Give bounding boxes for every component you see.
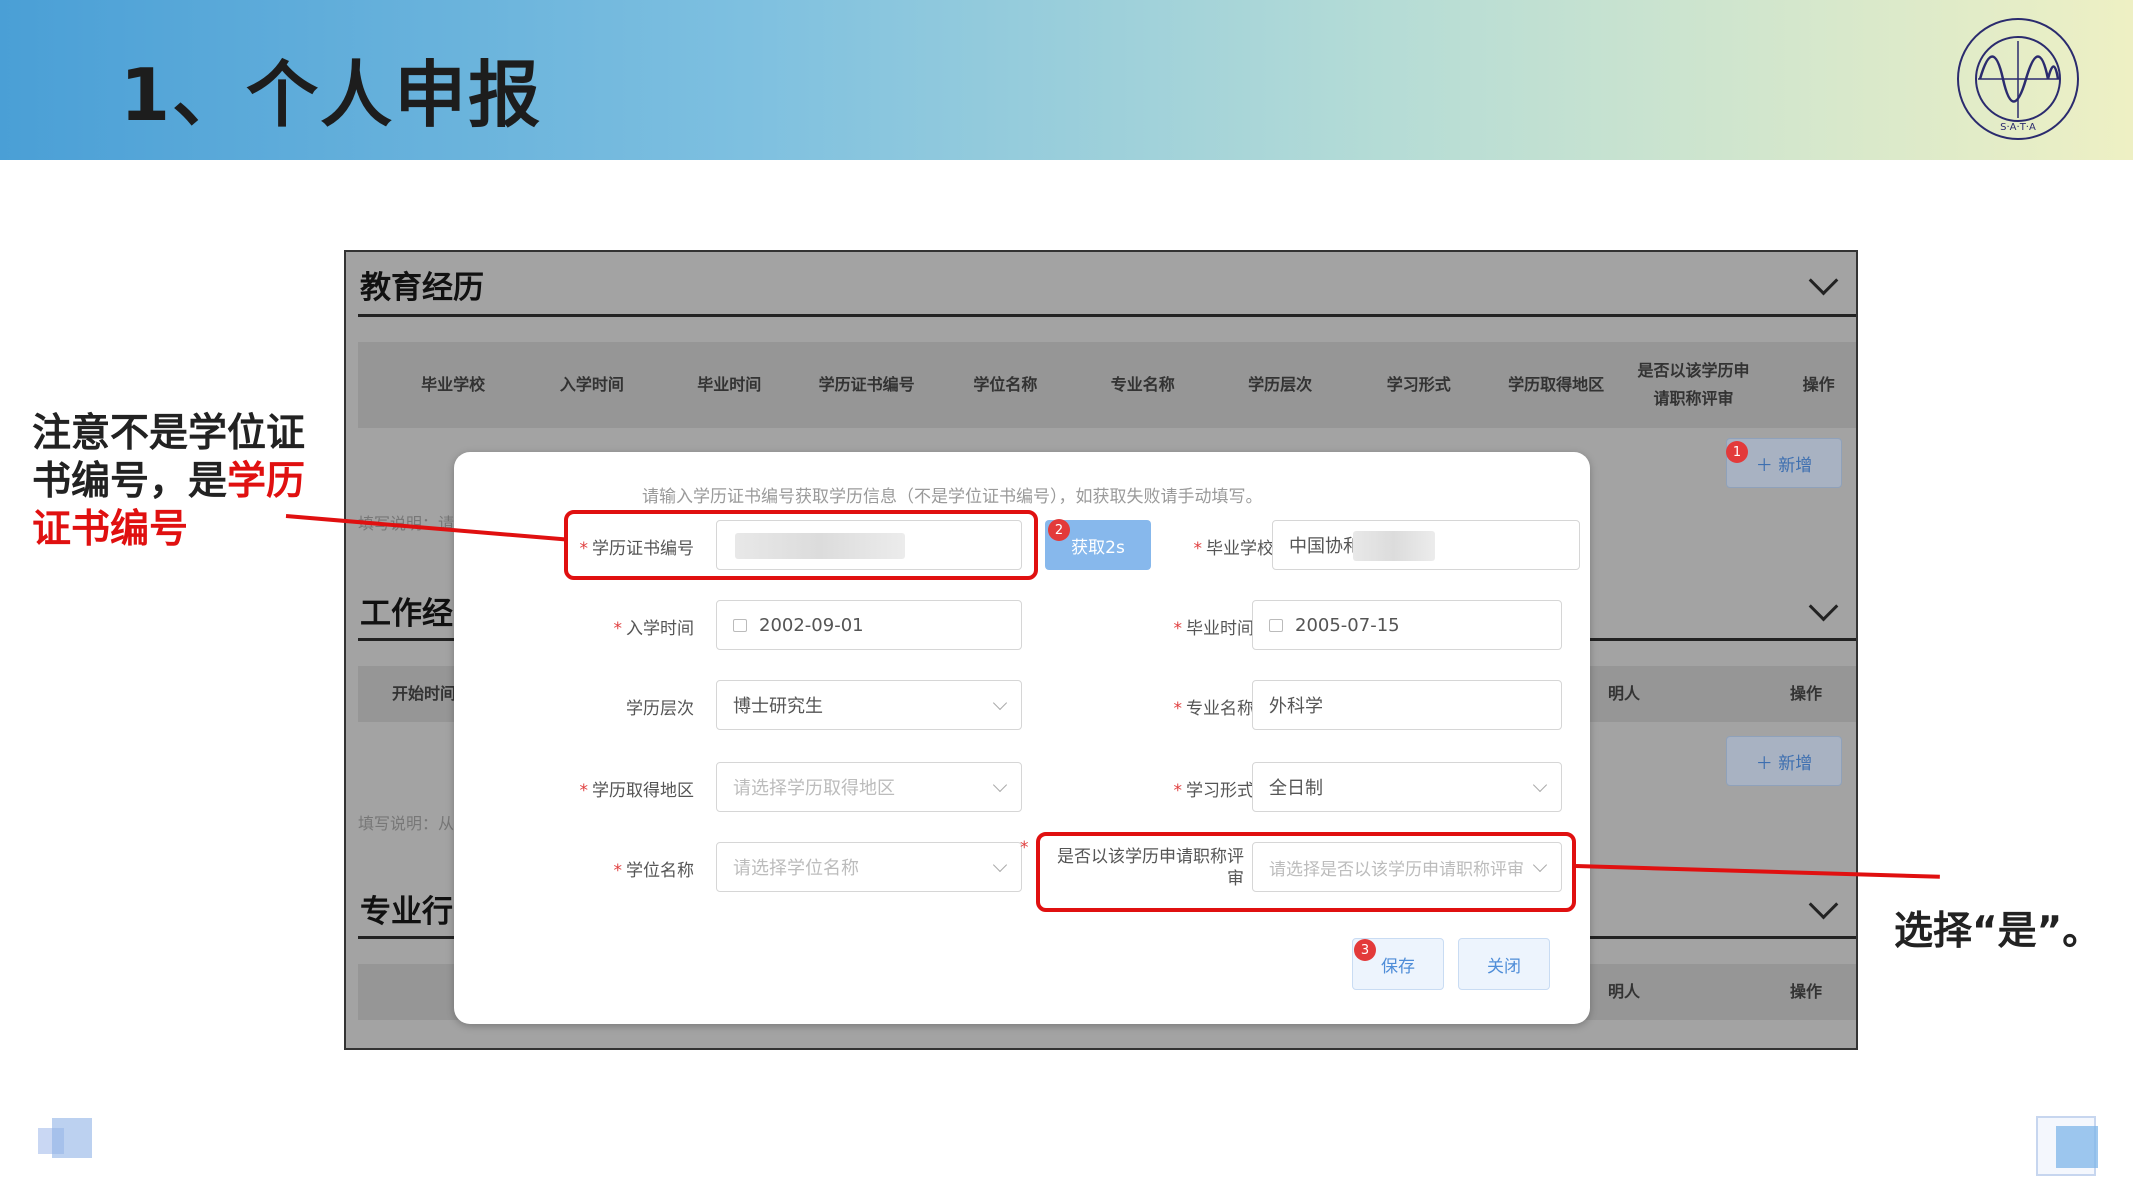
slide-title: 1、个人申报 — [120, 53, 543, 137]
column-header: 学历层次 — [1248, 375, 1313, 394]
redacted-value — [1353, 531, 1435, 561]
start-date-input[interactable]: 2002-09-01 — [716, 600, 1022, 650]
step-badge-1: 1 — [1726, 441, 1748, 463]
chevron-down-icon — [992, 857, 1008, 873]
highlight-apply-review — [1036, 832, 1576, 912]
study-form-label: * 学习形式 — [1173, 781, 1255, 801]
school-input[interactable]: 中国协和 — [1272, 520, 1580, 570]
column-header: 学位名称 — [973, 375, 1038, 394]
column-header: 毕业学校 — [421, 375, 486, 394]
section-divider — [358, 314, 1856, 317]
section-title-education: 教育经历 — [360, 270, 484, 306]
start-date-label: * 入学时间 — [613, 619, 695, 639]
dialog-hint: 请输入学历证书编号获取学历信息（不是学位证书编号），如获取失败请手动填写。 — [642, 487, 1263, 507]
collapse-chevron-icon[interactable] — [1808, 591, 1839, 622]
required-star: * — [1020, 838, 1029, 858]
column-header: 专业名称 — [1110, 375, 1175, 394]
column-header: 学历取得地区 — [1508, 375, 1605, 394]
sata-logo: S·A·T·A — [1948, 14, 2088, 144]
study-form-select[interactable]: 全日制 — [1252, 762, 1562, 812]
column-header: 入学时间 — [559, 375, 624, 394]
section-title-professional: 专业行 — [360, 894, 453, 930]
section-title-work: 工作经 — [360, 596, 453, 632]
major-label: * 专业名称 — [1173, 699, 1255, 719]
step-badge-2: 2 — [1048, 519, 1070, 541]
chevron-down-icon — [992, 695, 1008, 711]
column-header: 明人 — [1607, 982, 1640, 1001]
fill-instructions: 填写说明：从 — [358, 814, 455, 833]
level-label: 学历层次 — [626, 699, 694, 719]
region-select[interactable]: 请选择学历取得地区 — [716, 762, 1022, 812]
calendar-icon — [733, 618, 747, 632]
column-header: 明人 — [1607, 684, 1640, 703]
decorative-square — [52, 1118, 92, 1158]
calendar-icon — [1269, 618, 1283, 632]
column-header: 学习形式 — [1386, 375, 1451, 394]
close-button[interactable]: 关闭 — [1458, 938, 1550, 990]
annotation-note-cert: 注意不是学位证书编号，是学历证书编号 — [32, 411, 306, 552]
school-label: * 毕业学校 — [1193, 539, 1275, 559]
degree-select[interactable]: 请选择学位名称 — [716, 842, 1022, 892]
collapse-chevron-icon[interactable] — [1808, 889, 1839, 920]
column-header: 操作 — [1789, 684, 1822, 703]
degree-label: * 学位名称 — [613, 861, 695, 881]
column-header: 操作 — [1802, 375, 1835, 394]
level-select[interactable]: 博士研究生 — [716, 680, 1022, 730]
annotation-note-select-yes: 选择“是”。 — [1894, 909, 2102, 954]
decorative-square — [2056, 1126, 2098, 1168]
add-work-button[interactable]: ＋ 新增 — [1726, 736, 1842, 786]
education-table-header: 毕业学校 入学时间 毕业时间 学历证书编号 学位名称 专业名称 学历层次 学习形式 学历取得地区… — [358, 342, 1856, 428]
column-header: 毕业时间 — [697, 375, 762, 394]
region-label: * 学历取得地区 — [579, 781, 695, 801]
svg-text:S·A·T·A: S·A·T·A — [2000, 122, 2036, 133]
highlight-cert-no — [564, 510, 1038, 580]
collapse-chevron-icon[interactable] — [1808, 265, 1839, 296]
end-date-input[interactable]: 2005-07-15 — [1252, 600, 1562, 650]
end-date-label: * 毕业时间 — [1173, 619, 1255, 639]
column-header: 是否以该学历申请职称评审 — [1637, 361, 1750, 408]
column-header: 学历证书编号 — [818, 375, 915, 394]
major-input[interactable]: 外科学 — [1252, 680, 1562, 730]
chevron-down-icon — [992, 777, 1008, 793]
column-header: 操作 — [1789, 982, 1822, 1001]
chevron-down-icon — [1532, 777, 1548, 793]
step-badge-3: 3 — [1354, 939, 1376, 961]
